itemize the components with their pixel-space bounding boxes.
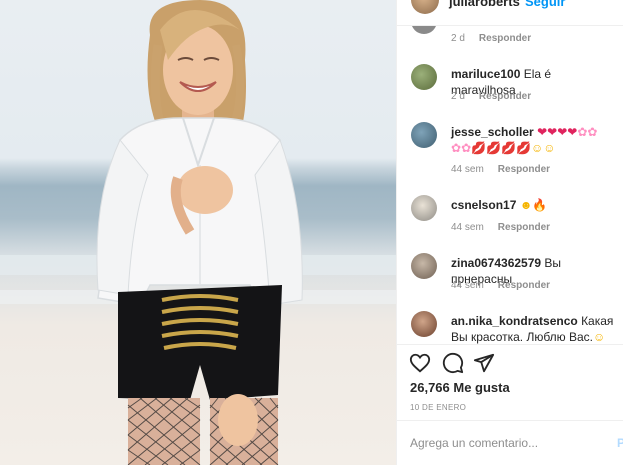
post-photo[interactable] xyxy=(0,0,396,465)
commenter-username[interactable]: csnelson17 xyxy=(451,198,516,212)
heart-emoji: ❤ xyxy=(557,125,568,139)
comment-time: 44 sem xyxy=(451,280,484,291)
comments-list[interactable]: 2 d Responder mariluce100 Ela é maravilho… xyxy=(397,26,623,344)
comment-meta: 2 d Responder xyxy=(451,33,531,44)
commenter-username[interactable]: zina0674362579 xyxy=(451,256,541,270)
commenter-avatar[interactable] xyxy=(411,195,437,221)
fire-emoji: 🔥 xyxy=(532,198,548,212)
publish-button[interactable]: P xyxy=(617,436,623,450)
commenter-username[interactable]: jesse_scholler xyxy=(451,125,534,139)
comment-text: csnelson17 ☻🔥 xyxy=(451,197,619,213)
comment-time: 44 sem xyxy=(451,222,484,233)
smile-emoji: ☺ xyxy=(530,141,544,155)
flower-emoji: ✿ xyxy=(577,125,588,139)
commenter-username[interactable]: an.nika_kondratsenco xyxy=(451,314,578,328)
comment-meta: 44 sem Responder xyxy=(451,164,550,175)
comment-icon[interactable] xyxy=(442,352,464,374)
comment-text: an.nika_kondratsenco Какая Вы красотка. … xyxy=(451,313,619,344)
flower-emoji: ✿ xyxy=(461,141,472,155)
follow-button[interactable]: Seguir xyxy=(525,0,565,9)
comment-emojis-line2: ✿✿💋💋💋💋☺☺ xyxy=(451,141,555,155)
comment-meta: 44 sem Responder xyxy=(451,280,550,291)
add-comment-input[interactable] xyxy=(410,433,600,453)
post-photo-illustration xyxy=(0,0,396,465)
comment-meta: 2 d Responder xyxy=(451,91,531,102)
author-username[interactable]: juliaroberts xyxy=(449,0,520,9)
reply-button[interactable]: Responder xyxy=(498,222,550,233)
kiss-emoji: 💋 xyxy=(471,141,487,155)
author-avatar[interactable] xyxy=(411,0,439,14)
section-divider xyxy=(397,344,623,345)
flower-emoji: ✿ xyxy=(451,141,462,155)
commenter-avatar[interactable] xyxy=(411,26,437,34)
reply-button[interactable]: Responder xyxy=(498,280,550,291)
comment-emojis-line1: ❤❤❤❤✿✿ xyxy=(537,125,597,139)
commenter-avatar[interactable] xyxy=(411,64,437,90)
heart-emoji: ❤ xyxy=(547,125,558,139)
heart-emoji: ❤ xyxy=(567,125,578,139)
commenter-avatar[interactable] xyxy=(411,311,437,337)
likes-count[interactable]: 26,766 Me gusta xyxy=(410,380,510,395)
reply-button[interactable]: Responder xyxy=(498,164,550,175)
comment-time: 44 sem xyxy=(451,164,484,175)
add-comment-bar: P xyxy=(397,420,623,465)
reply-button[interactable]: Responder xyxy=(479,91,531,102)
kiss-emoji: 💋 xyxy=(501,141,516,155)
post-side-panel: juliaroberts Seguir 2 d Responder mariluc… xyxy=(396,0,623,465)
smiling-hearts-emoji: ☺ xyxy=(593,330,606,344)
comment-text: jesse_scholler ❤❤❤❤✿✿ ✿✿💋💋💋💋☺☺ xyxy=(451,124,619,156)
comment-time: 2 d xyxy=(451,91,465,102)
commenter-avatar[interactable] xyxy=(411,122,437,148)
post-date: 10 DE ENERO xyxy=(410,403,467,412)
star-struck-emoji: ☻ xyxy=(519,198,533,212)
heart-emoji: ❤ xyxy=(537,125,548,139)
smile-emoji: ☺ xyxy=(543,141,556,155)
kiss-emoji: 💋 xyxy=(486,141,502,155)
heart-icon[interactable] xyxy=(409,352,431,374)
flower-emoji: ✿ xyxy=(587,125,598,139)
commenter-username[interactable]: mariluce100 xyxy=(451,67,520,81)
commenter-avatar[interactable] xyxy=(411,253,437,279)
reply-button[interactable]: Responder xyxy=(479,33,531,44)
post-header: juliaroberts Seguir xyxy=(397,0,623,26)
share-icon[interactable] xyxy=(473,352,495,374)
comment-meta: 44 sem Responder xyxy=(451,222,550,233)
comment-time: 2 d xyxy=(451,33,465,44)
kiss-emoji: 💋 xyxy=(515,141,531,155)
